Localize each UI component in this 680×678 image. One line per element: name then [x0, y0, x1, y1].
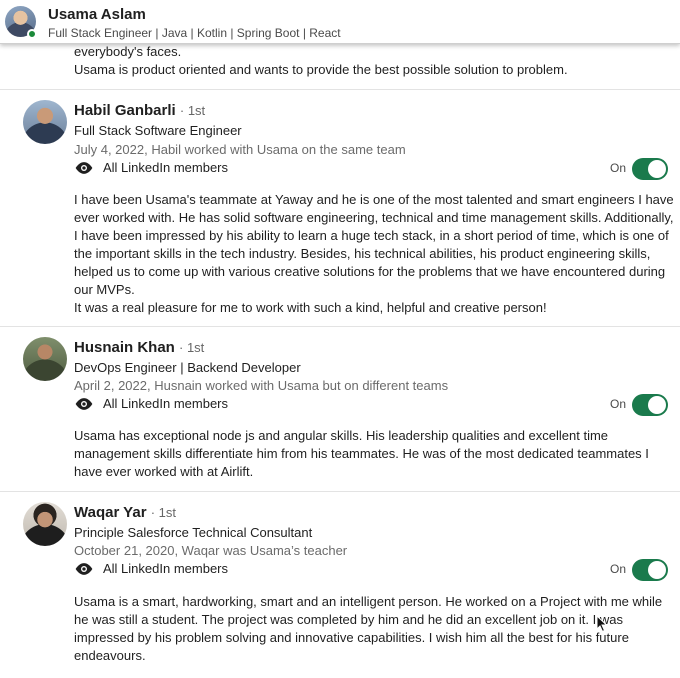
visibility-toggle[interactable]: [632, 394, 668, 416]
recommendation-text: Usama has exceptional node js and angula…: [74, 427, 674, 481]
divider: [0, 491, 680, 492]
toggle-knob: [648, 396, 666, 414]
visibility-row: All LinkedIn members On: [74, 394, 670, 416]
recommendation-meta: July 4, 2022, Habil worked with Usama on…: [74, 142, 406, 157]
recommendation-paragraph: I have been Usama's teammate at Yaway an…: [74, 192, 674, 297]
recommender-name[interactable]: Habil Ganbarli: [74, 102, 176, 119]
recommender-headline: Full Stack Software Engineer: [74, 123, 242, 138]
recommendation-paragraph: It was a real pleasure for me to work wi…: [74, 300, 547, 315]
divider: [0, 89, 680, 90]
recommendation-meta: April 2, 2022, Husnain worked with Usama…: [74, 378, 449, 393]
recommendation-paragraph: everybody's faces.: [74, 44, 182, 59]
recommender-headline: Principle Salesforce Technical Consultan…: [74, 525, 313, 540]
recommendation-text-partial: everybody's faces. Usama is product orie…: [74, 43, 674, 79]
toggle-knob: [648, 561, 666, 579]
profile-headline: Full Stack Engineer | Java | Kotlin | Sp…: [48, 26, 341, 40]
recommendation-paragraph: Usama is a smart, hardworking, smart and…: [74, 594, 663, 663]
recommender-name[interactable]: Husnain Khan: [74, 339, 175, 356]
visibility-label: All LinkedIn members: [103, 561, 228, 576]
eye-icon: [75, 563, 93, 575]
recommender-name-row: Husnain Khan · 1st: [74, 339, 204, 356]
recommender-avatar[interactable]: [23, 502, 67, 546]
visibility-label: All LinkedIn members: [103, 396, 228, 411]
recommender-name[interactable]: Waqar Yar: [74, 504, 147, 521]
eye-icon: [75, 162, 93, 174]
recommender-name-row: Habil Ganbarli · 1st: [74, 102, 205, 119]
connection-degree: · 1st: [179, 340, 205, 355]
visibility-toggle[interactable]: [632, 559, 668, 581]
recommender-headline: DevOps Engineer | Backend Developer: [74, 360, 301, 375]
recommendation-text: Usama is a smart, hardworking, smart and…: [74, 593, 674, 665]
divider: [0, 326, 680, 327]
toggle-knob: [648, 160, 666, 178]
sticky-profile-header: Usama Aslam Full Stack Engineer | Java |…: [0, 0, 680, 44]
toggle-state-label: On: [609, 161, 626, 175]
visibility-row: All LinkedIn members On: [74, 559, 670, 581]
online-status-icon: [27, 29, 37, 39]
visibility-toggle[interactable]: [632, 158, 668, 180]
visibility-label: All LinkedIn members: [103, 160, 228, 175]
recommendations-page: Usama Aslam Full Stack Engineer | Java |…: [0, 0, 680, 678]
connection-degree: · 1st: [179, 103, 206, 118]
recommendation-paragraph: Usama is product oriented and wants to p…: [74, 62, 568, 77]
toggle-state-label: On: [609, 562, 626, 576]
recommendation-meta: October 21, 2020, Waqar was Usama’s teac…: [74, 543, 348, 558]
profile-name[interactable]: Usama Aslam: [48, 6, 146, 23]
cursor-icon: [596, 615, 608, 633]
visibility-row: All LinkedIn members On: [74, 158, 670, 180]
recommendation-paragraph: Usama has exceptional node js and angula…: [74, 428, 649, 479]
recommendation-text: I have been Usama's teammate at Yaway an…: [74, 191, 674, 317]
connection-degree: · 1st: [150, 505, 177, 520]
toggle-state-label: On: [609, 397, 626, 411]
recommender-avatar[interactable]: [23, 100, 67, 144]
eye-icon: [75, 398, 93, 410]
recommender-avatar[interactable]: [23, 337, 67, 381]
recommender-name-row: Waqar Yar · 1st: [74, 504, 176, 521]
